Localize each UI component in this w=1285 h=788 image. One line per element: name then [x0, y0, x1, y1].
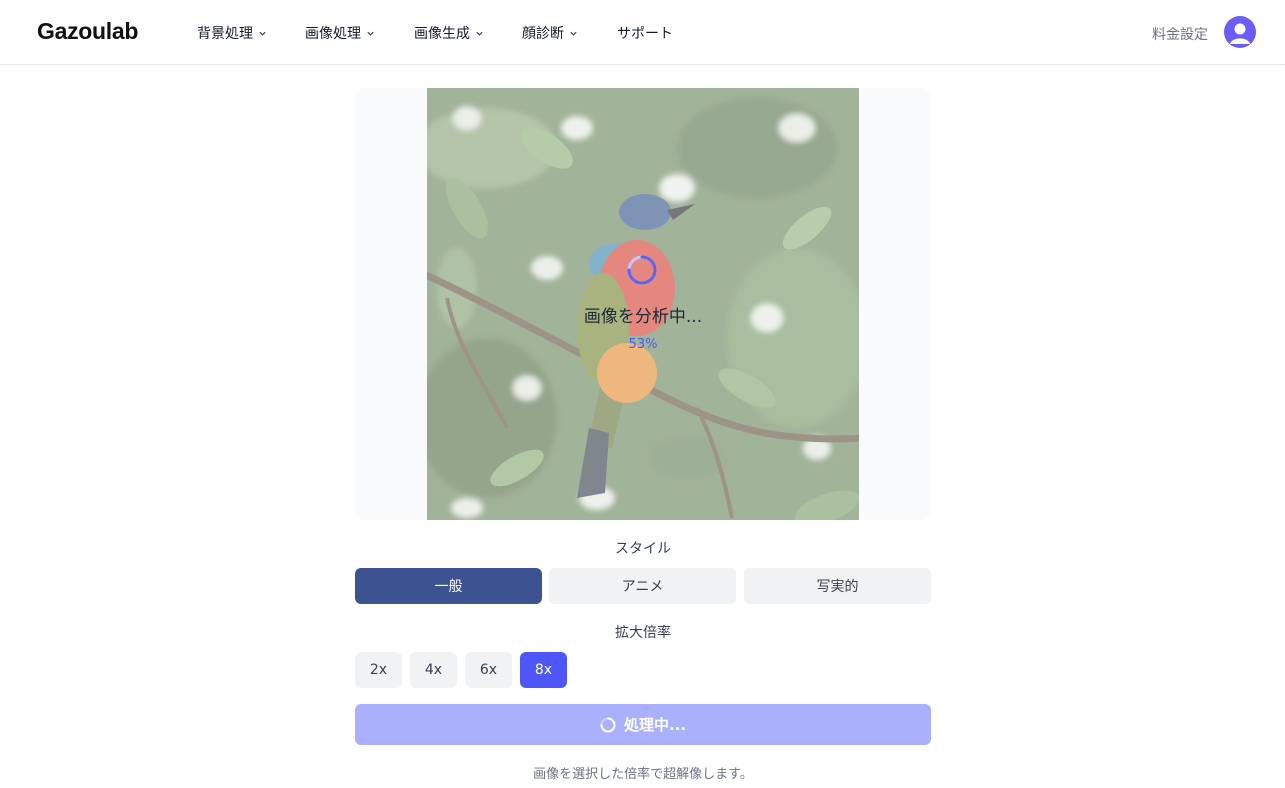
scale-option-8x[interactable]: 8x	[520, 652, 567, 688]
chevron-down-icon	[476, 31, 483, 36]
loading-spinner-icon	[600, 717, 616, 732]
nav-item-label: サポート	[617, 26, 673, 42]
top-header: Gazoulab 背景処理 画像処理 画像生成 顔診断 サポート 料金設定	[0, 0, 1285, 65]
logo[interactable]: Gazoulab	[37, 18, 138, 45]
style-option-realistic[interactable]: 写実的	[744, 568, 931, 604]
nav-item-label: 背景処理	[197, 26, 253, 42]
chevron-down-icon	[570, 31, 577, 36]
image-preview: 画像を分析中... 53%	[355, 88, 931, 520]
nav-item-label: 画像生成	[414, 26, 470, 42]
user-avatar-icon[interactable]	[1224, 16, 1256, 48]
process-button-label: 処理中...	[623, 716, 687, 734]
nav-item-label: 顔診断	[522, 26, 564, 42]
pricing-link[interactable]: 料金設定	[1152, 24, 1208, 44]
nav-item-label: 画像処理	[305, 26, 361, 42]
nav-item-face-diagnosis[interactable]: 顔診断	[522, 23, 578, 43]
progress-percent: 53%	[628, 337, 658, 352]
user-icon	[1230, 23, 1250, 44]
scale-option-4x[interactable]: 4x	[410, 652, 457, 688]
nav-item-image-processing[interactable]: 画像処理	[305, 23, 375, 43]
style-option-anime[interactable]: アニメ	[549, 568, 736, 604]
nav-item-image-generation[interactable]: 画像生成	[414, 23, 484, 43]
chevron-down-icon	[259, 31, 266, 36]
style-option-general[interactable]: 一般	[355, 568, 542, 604]
hint-text: 画像を選択した倍率で超解像します。	[533, 767, 753, 782]
nav-item-support[interactable]: サポート	[617, 23, 673, 43]
process-button[interactable]: 処理中...	[355, 704, 931, 745]
nav-item-background[interactable]: 背景処理	[197, 23, 267, 43]
analyzing-status: 画像を分析中...	[583, 307, 703, 327]
scale-option-2x[interactable]: 2x	[355, 652, 402, 688]
scale-label: 拡大倍率	[615, 625, 671, 641]
scale-option-6x[interactable]: 6x	[465, 652, 512, 688]
loading-spinner-icon	[627, 255, 657, 285]
chevron-down-icon	[367, 31, 374, 36]
style-label: スタイル	[615, 541, 671, 557]
